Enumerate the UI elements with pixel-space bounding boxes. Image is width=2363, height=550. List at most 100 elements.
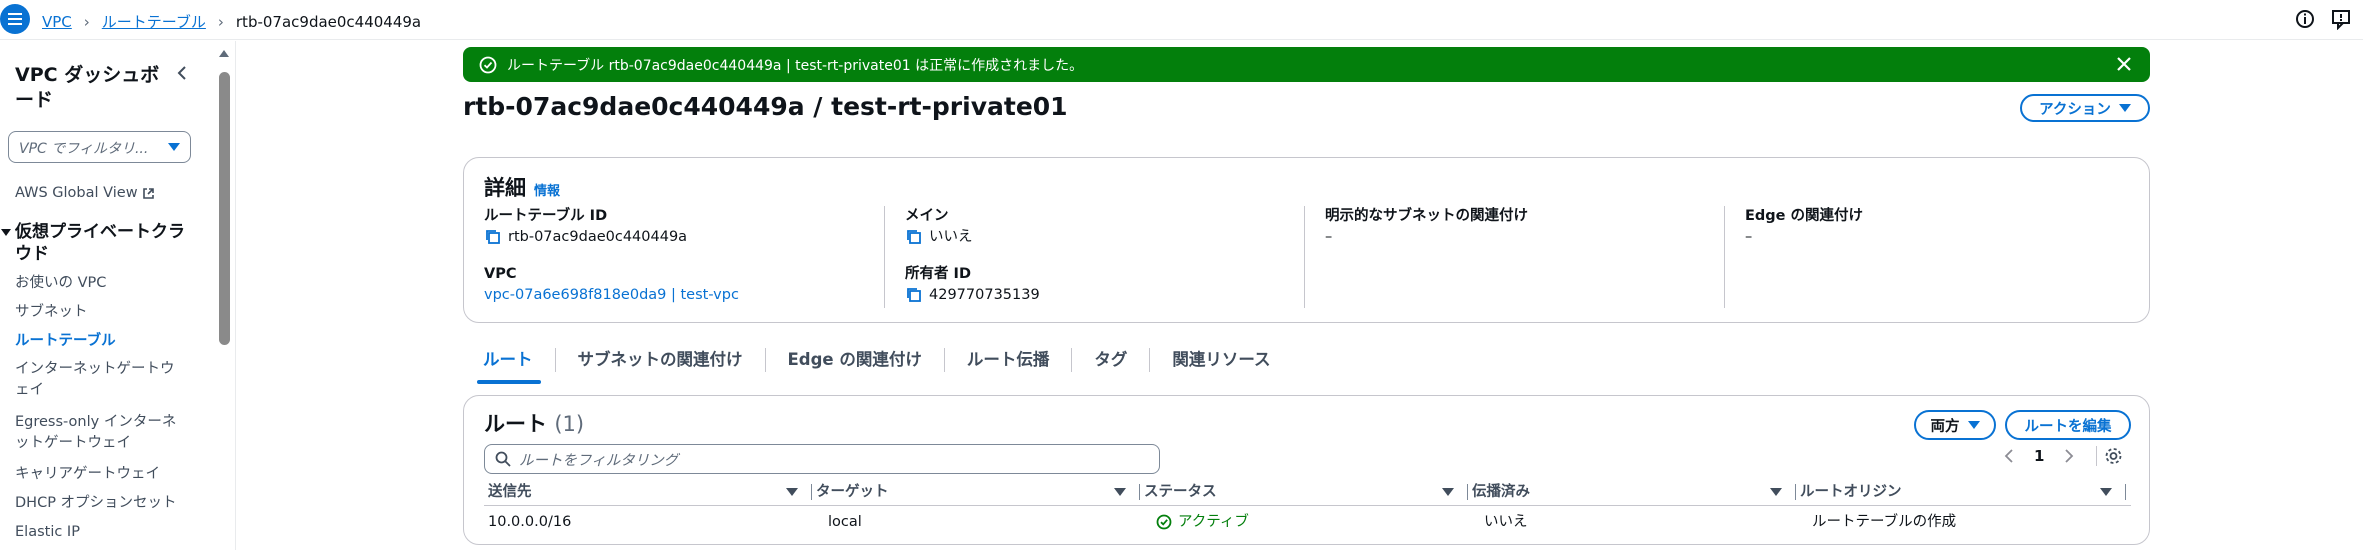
sidebar-item-your-vpcs[interactable]: お使いの VPC [15, 273, 190, 294]
sidebar-item-subnets[interactable]: サブネット [15, 302, 190, 323]
settings-gear-icon[interactable] [2096, 446, 2122, 466]
tab-edge-associations[interactable]: Edge の関連付け [766, 348, 945, 372]
copy-icon[interactable] [484, 228, 502, 246]
vpc-link[interactable]: vpc-07a6e698f818e0da9 | test-vpc [484, 284, 884, 306]
scroll-up-icon[interactable] [219, 50, 229, 57]
status-text: アクティブ [1178, 514, 1249, 530]
edge-association-value: – [1745, 229, 1753, 245]
sort-caret-icon [786, 488, 798, 496]
breadcrumb-vpc[interactable]: VPC [42, 13, 72, 31]
copy-icon[interactable] [905, 228, 923, 246]
caret-down-icon [1, 229, 11, 236]
close-icon[interactable] [2116, 56, 2132, 72]
cell-route-origin: ルートテーブルの作成 [1812, 514, 1957, 530]
flash-text: ルートテーブル rtb-07ac9dae0c440449a | test-rt-… [507, 57, 1084, 74]
cell-target: local [828, 514, 862, 530]
route-table-id-value: rtb-07ac9dae0c440449a [484, 226, 884, 248]
details-heading-text: 詳細 [484, 176, 526, 200]
chevron-right-icon[interactable] [2064, 449, 2074, 463]
menu-icon[interactable] [0, 4, 30, 34]
cell-propagated: いいえ [1484, 514, 1528, 530]
feedback-icon[interactable] [2330, 8, 2352, 30]
route-search-placeholder: ルートをフィルタリング [519, 452, 679, 469]
column-header-label: 送信先 [488, 484, 532, 500]
details-heading: 詳細 情報 [484, 172, 560, 202]
sidebar-item-egress-only-gateways[interactable]: Egress-only インターネットゲートウェイ [15, 412, 185, 454]
chevron-left-icon[interactable] [2004, 449, 2014, 463]
column-header-label: ターゲット [816, 484, 889, 500]
table-row[interactable]: 10.0.0.0/16 local アクティブ いいえ ルートテーブルの作成 [484, 508, 2131, 536]
tab-related-resources[interactable]: 関連リソース [1150, 348, 1292, 372]
chevron-right-icon: › [217, 12, 224, 31]
edge-association-label: Edge の関連付け [1745, 208, 1864, 224]
vpc-filter-select[interactable]: VPC でフィルタリ... [8, 131, 191, 163]
search-icon [495, 451, 511, 467]
main-value: いいえ [905, 226, 1284, 248]
details-column-4: Edge の関連付け – [1724, 206, 2124, 308]
column-header-target[interactable]: ターゲット [812, 478, 1140, 505]
details-column-2: メイン いいえ 所有者 ID 429770735139 [884, 206, 1284, 308]
route-search-input[interactable]: ルートをフィルタリング [484, 444, 1160, 474]
actions-label: アクション [2039, 101, 2111, 118]
column-header-propagated[interactable]: 伝播済み [1468, 478, 1796, 505]
sidebar-item-internet-gateways[interactable]: インターネットゲートウェイ [15, 359, 185, 401]
sidebar-item-carrier-gateways[interactable]: キャリアゲートウェイ [15, 464, 190, 485]
details-column-1: ルートテーブル ID rtb-07ac9dae0c440449a VPC vpc… [484, 206, 884, 308]
sidebar-item-route-tables[interactable]: ルートテーブル [15, 331, 190, 352]
breadcrumb-current: rtb-07ac9dae0c440449a [235, 12, 422, 31]
tab-routes[interactable]: ルート [463, 348, 556, 384]
route-table-id-text: rtb-07ac9dae0c440449a [508, 229, 688, 245]
column-header-destination[interactable]: 送信先 [484, 478, 812, 505]
check-circle-icon [479, 56, 497, 73]
external-link-icon [142, 188, 154, 199]
sort-caret-icon [1442, 488, 1454, 496]
explicit-subnet-label: 明示的なサブネットの関連付け [1325, 208, 1528, 224]
detail-tabs: ルート サブネットの関連付け Edge の関連付け ルート伝播 タグ 関連リソー… [463, 340, 1293, 384]
sidebar-title[interactable]: VPC ダッシュボード [15, 63, 165, 113]
owner-id-text: 429770735139 [929, 287, 1040, 303]
route-table-id-label: ルートテーブル ID [484, 208, 608, 224]
owner-id-label: 所有者 ID [905, 266, 971, 282]
info-link[interactable]: 情報 [534, 184, 560, 199]
vpc-label: VPC [484, 266, 517, 282]
column-header-label: ステータス [1144, 484, 1217, 500]
cell-destination: 10.0.0.0/16 [488, 514, 572, 530]
breadcrumb: VPC › ルートテーブル › rtb-07ac9dae0c440449a [42, 11, 421, 32]
routes-heading: ルート (1) [484, 408, 584, 438]
owner-id-value: 429770735139 [905, 284, 1284, 306]
caret-down-icon [2118, 104, 2131, 112]
copy-icon[interactable] [905, 286, 923, 304]
sort-caret-icon [1770, 488, 1782, 496]
sidebar-scrollbar[interactable] [219, 72, 230, 345]
sort-caret-icon [1114, 488, 1126, 496]
routes-count: (1) [554, 412, 585, 436]
routes-heading-text: ルート [484, 412, 547, 436]
routes-panel: ルート (1) 両方 ルートを編集 ルートをフィルタリング 1 送信先 ターゲッ… [463, 395, 2150, 545]
page-title: rtb-07ac9dae0c440449a / test-rt-private0… [463, 92, 1068, 121]
caret-down-icon [168, 143, 180, 151]
column-header-route-origin[interactable]: ルートオリジン [1796, 478, 2126, 505]
tab-route-propagation[interactable]: ルート伝播 [945, 348, 1073, 372]
explicit-subnet-value: – [1325, 229, 1333, 245]
sidebar-item-elastic-ip[interactable]: Elastic IP [15, 522, 190, 543]
sidebar-item-global-view[interactable]: AWS Global View [15, 183, 190, 204]
sidebar-item-dhcp-option-sets[interactable]: DHCP オプションセット [15, 493, 190, 514]
edit-routes-button[interactable]: ルートを編集 [2005, 410, 2131, 440]
caret-down-icon [1967, 421, 1980, 429]
column-header-status[interactable]: ステータス [1140, 478, 1468, 505]
page-number[interactable]: 1 [2034, 447, 2044, 465]
success-flash-message: ルートテーブル rtb-07ac9dae0c440449a | test-rt-… [463, 47, 2150, 82]
info-icon[interactable] [2294, 8, 2316, 30]
breadcrumb-route-tables[interactable]: ルートテーブル [102, 11, 206, 32]
sidebar-section-label: 仮想プライベートクラウド [15, 222, 185, 264]
top-navigation-bar: VPC › ルートテーブル › rtb-07ac9dae0c440449a [0, 0, 2363, 40]
actions-button[interactable]: アクション [2020, 94, 2150, 122]
sidebar-section-vpc[interactable]: 仮想プライベートクラウド [1, 221, 190, 265]
check-circle-icon [1156, 514, 1172, 530]
ip-version-filter-button[interactable]: 両方 [1914, 410, 1996, 440]
column-header-label: 伝播済み [1472, 484, 1530, 500]
tab-tags[interactable]: タグ [1072, 348, 1151, 372]
cell-status: アクティブ [1152, 508, 1480, 536]
tab-subnet-associations[interactable]: サブネットの関連付け [556, 348, 766, 372]
collapse-sidebar-icon[interactable] [172, 63, 192, 83]
